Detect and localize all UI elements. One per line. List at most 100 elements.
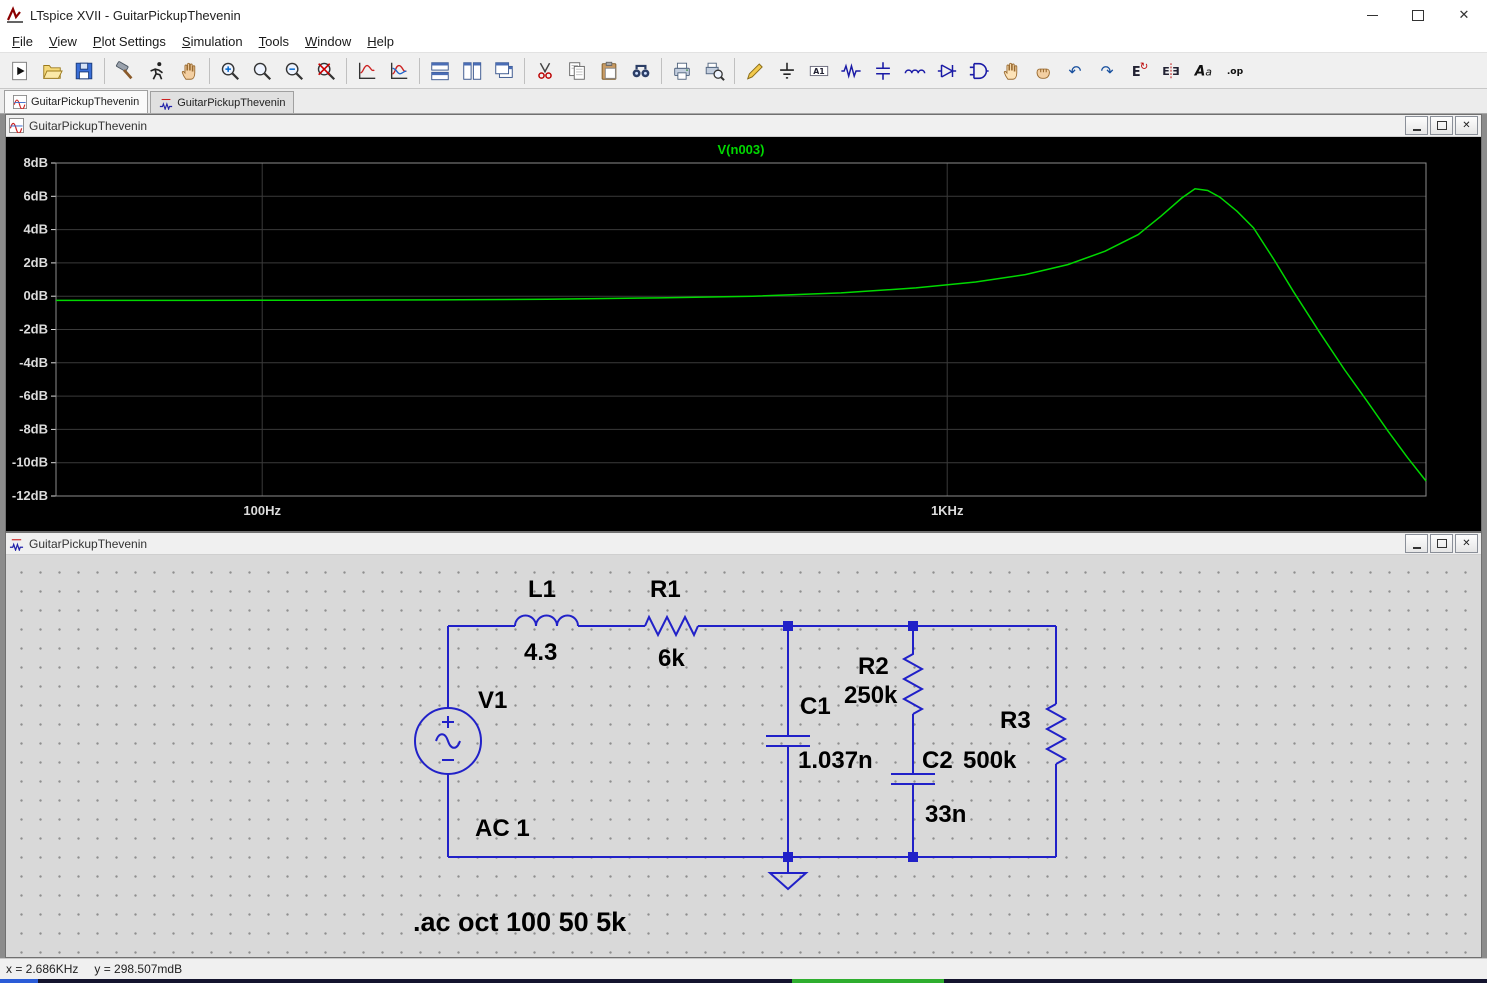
inductor-L1-symbol[interactable] bbox=[515, 616, 578, 627]
waveform-pane-icon bbox=[9, 118, 24, 133]
control-panel-button[interactable] bbox=[109, 55, 141, 87]
minimize-button[interactable] bbox=[1349, 0, 1395, 30]
label-net-icon: A1 bbox=[808, 60, 830, 82]
resistor-R1-symbol[interactable] bbox=[645, 617, 698, 635]
move-button[interactable] bbox=[995, 55, 1027, 87]
text-button[interactable]: Aa bbox=[1187, 55, 1219, 87]
simulate-button[interactable] bbox=[141, 55, 173, 87]
label-L1-ref[interactable]: L1 bbox=[528, 577, 556, 603]
menu-plot-settings[interactable]: Plot Settings bbox=[85, 32, 174, 51]
spice-directive-text[interactable]: .ac oct 100 50 5k bbox=[413, 907, 626, 938]
print-button[interactable] bbox=[666, 55, 698, 87]
schematic-pane-maximize-button[interactable] bbox=[1430, 534, 1453, 553]
tab-schematic[interactable]: GuitarPickupThevenin bbox=[150, 91, 294, 113]
ground-icon bbox=[776, 60, 798, 82]
run-button[interactable] bbox=[4, 55, 36, 87]
label-net-button[interactable]: A1 bbox=[803, 55, 835, 87]
plot-pane-minimize-button[interactable] bbox=[1405, 116, 1428, 135]
move-icon bbox=[1000, 60, 1022, 82]
plot-pane-controls: ✕ bbox=[1403, 116, 1478, 135]
tab-plot[interactable]: GuitarPickupThevenin bbox=[4, 90, 148, 113]
redo-button[interactable]: ↷ bbox=[1091, 55, 1123, 87]
trace-V(n003)[interactable] bbox=[56, 189, 1426, 481]
print-preview-button[interactable] bbox=[698, 55, 730, 87]
ground-button[interactable] bbox=[771, 55, 803, 87]
label-C1-ref[interactable]: C1 bbox=[800, 694, 831, 720]
inductor-button[interactable] bbox=[899, 55, 931, 87]
close-button[interactable]: ✕ bbox=[1441, 0, 1487, 30]
capacitor-icon bbox=[872, 60, 894, 82]
label-R2-value[interactable]: 250k bbox=[844, 683, 897, 709]
plot-area[interactable]: 8dB6dB4dB2dB0dB-2dB-4dB-6dB-8dB-10dB-12d… bbox=[6, 137, 1481, 531]
paste-button[interactable] bbox=[593, 55, 625, 87]
y-axis-tick-label: 0dB bbox=[23, 288, 48, 303]
menu-view[interactable]: View bbox=[41, 32, 85, 51]
cut-button[interactable] bbox=[529, 55, 561, 87]
label-C2-value[interactable]: 33n bbox=[925, 802, 966, 828]
label-R1-value[interactable]: 6k bbox=[658, 646, 685, 672]
open-button[interactable] bbox=[36, 55, 68, 87]
x-axis-tick-label: 1KHz bbox=[931, 503, 964, 518]
trace-label[interactable]: V(n003) bbox=[718, 142, 765, 157]
capacitor-C2-symbol[interactable] bbox=[891, 714, 935, 857]
mirror-button[interactable]: EE bbox=[1155, 55, 1187, 87]
wire-button[interactable] bbox=[739, 55, 771, 87]
capacitor-C1-symbol[interactable] bbox=[766, 626, 810, 857]
undo-button[interactable]: ↶ bbox=[1059, 55, 1091, 87]
menu-tools[interactable]: Tools bbox=[251, 32, 297, 51]
label-R3-ref[interactable]: R3 bbox=[1000, 708, 1031, 734]
plot-pane-close-button[interactable]: ✕ bbox=[1455, 116, 1478, 135]
schematic-pane-minimize-button[interactable] bbox=[1405, 534, 1428, 553]
mirror-icon: EE bbox=[1160, 60, 1182, 82]
spice-directive-button[interactable]: .op bbox=[1219, 55, 1251, 87]
schematic-canvas[interactable]: V1 AC 1 L1 4.3 R1 6k C1 1.037n R2 250k C… bbox=[6, 555, 1481, 957]
zoom-out-button[interactable] bbox=[278, 55, 310, 87]
halt-button[interactable] bbox=[173, 55, 205, 87]
label-V1-ref[interactable]: V1 bbox=[478, 688, 507, 714]
component-button[interactable] bbox=[963, 55, 995, 87]
maximize-button[interactable] bbox=[1395, 0, 1441, 30]
voltage-source-plus bbox=[442, 716, 454, 728]
bode-plot[interactable]: 8dB6dB4dB2dB0dB-2dB-4dB-6dB-8dB-10dB-12d… bbox=[6, 137, 1481, 531]
resistor-button[interactable] bbox=[835, 55, 867, 87]
taskbar-green-segment bbox=[792, 979, 944, 983]
label-R1-ref[interactable]: R1 bbox=[650, 577, 681, 603]
label-C2-ref[interactable]: C2 bbox=[922, 748, 953, 774]
label-C1-value[interactable]: 1.037n bbox=[798, 748, 873, 774]
zoom-full-extents-button[interactable] bbox=[310, 55, 342, 87]
save-icon bbox=[73, 60, 95, 82]
copy-button[interactable] bbox=[561, 55, 593, 87]
capacitor-button[interactable] bbox=[867, 55, 899, 87]
cascade-button[interactable] bbox=[488, 55, 520, 87]
menu-simulation[interactable]: Simulation bbox=[174, 32, 251, 51]
menu-help[interactable]: Help bbox=[359, 32, 402, 51]
menu-file[interactable]: File bbox=[4, 32, 41, 51]
svg-text:E: E bbox=[1172, 65, 1180, 78]
find-button[interactable] bbox=[625, 55, 657, 87]
rotate-button[interactable]: E↻ bbox=[1123, 55, 1155, 87]
diode-button[interactable] bbox=[931, 55, 963, 87]
y-axis-tick-label: 2dB bbox=[23, 255, 48, 270]
label-R3-value[interactable]: 500k bbox=[963, 748, 1016, 774]
visible-traces-button[interactable] bbox=[383, 55, 415, 87]
menu-window[interactable]: Window bbox=[297, 32, 359, 51]
resistor-R3-symbol[interactable] bbox=[1047, 704, 1065, 764]
toolbar-separator bbox=[734, 58, 735, 84]
tile-vertical-button[interactable] bbox=[456, 55, 488, 87]
plot-pane-maximize-button[interactable] bbox=[1430, 116, 1453, 135]
label-V1-value[interactable]: AC 1 bbox=[475, 816, 530, 842]
menubar: File View Plot Settings Simulation Tools… bbox=[0, 30, 1487, 53]
svg-text:↻: ↻ bbox=[1140, 61, 1148, 72]
print-icon bbox=[671, 60, 693, 82]
schematic-pane-close-button[interactable]: ✕ bbox=[1455, 534, 1478, 553]
zoom-back-button[interactable] bbox=[246, 55, 278, 87]
label-R2-ref[interactable]: R2 bbox=[858, 654, 889, 680]
label-L1-value[interactable]: 4.3 bbox=[524, 640, 557, 666]
save-button[interactable] bbox=[68, 55, 100, 87]
plot-settings-button[interactable] bbox=[351, 55, 383, 87]
resistor-R2-symbol[interactable] bbox=[904, 626, 922, 714]
drag-button[interactable] bbox=[1027, 55, 1059, 87]
open-icon bbox=[41, 60, 63, 82]
zoom-area-button[interactable] bbox=[214, 55, 246, 87]
tile-horizontal-button[interactable] bbox=[424, 55, 456, 87]
